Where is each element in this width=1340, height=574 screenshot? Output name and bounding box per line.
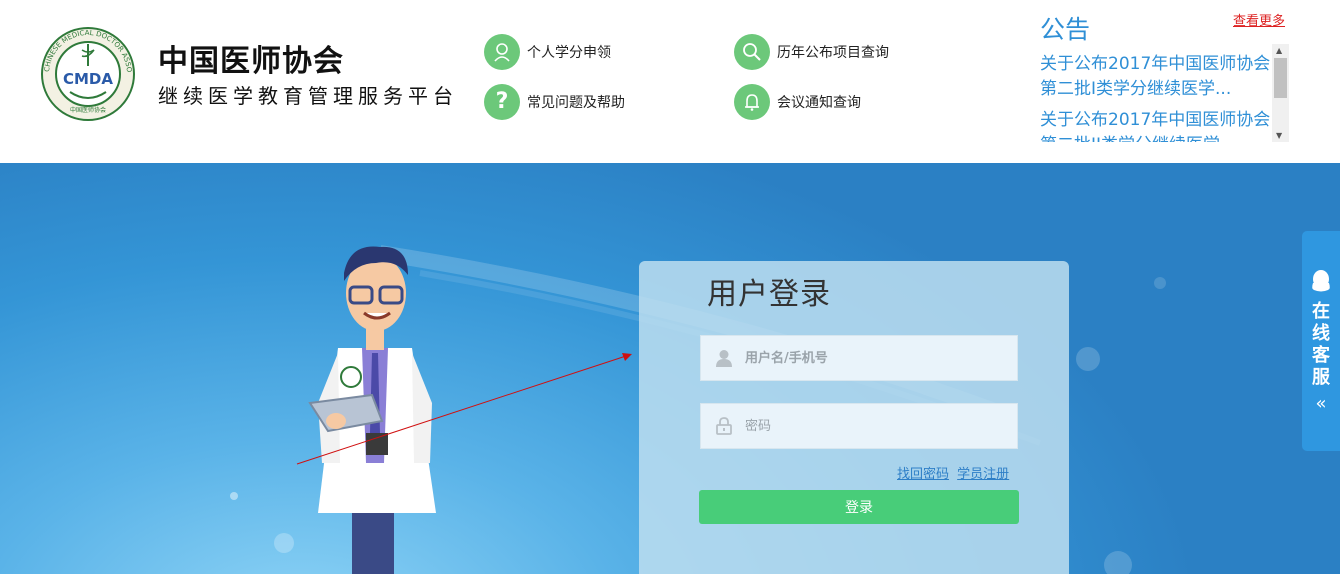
online-service-label: 在线客服 [1312,301,1330,388]
login-button[interactable]: 登录 [699,490,1019,524]
password-field-box[interactable] [700,403,1018,449]
chevron-left-icon: « [1315,393,1327,414]
bell-icon [734,84,770,120]
username-field-box[interactable] [700,335,1018,381]
qq-icon [1310,269,1332,297]
register-link[interactable]: 学员注册 [957,467,1009,482]
quick-link-project-search[interactable]: 历年公布项目查询 [734,34,889,70]
hero-banner: 用户登录 找回密码 学员注册 登录 在线客服 « [0,163,1340,574]
quick-link-label: 会议通知查询 [777,95,861,111]
quick-link-meeting-notice[interactable]: 会议通知查询 [734,84,861,120]
cmda-logo: CHINESE MEDICAL DOCTOR ASSOCIATION CMDA … [37,20,136,122]
lock-icon [713,417,735,435]
notice-item[interactable]: 关于公布2017年中国医师协会第二批I类学分继续医学... [1040,52,1272,102]
doctor-icon [484,34,520,70]
user-icon [713,349,735,367]
notice-more-link[interactable]: 查看更多 [1233,10,1285,29]
quick-link-credit-claim[interactable]: 个人学分申领 [484,34,611,70]
notice-item[interactable]: 关于公布2017年中国医师协会第二批II类学分继续医学... [1040,108,1272,142]
scroll-down-icon[interactable]: ▼ [1276,131,1282,140]
site-title: 中国医师协会 [158,44,344,79]
notice-scrollbar[interactable]: ▲ ▼ [1272,44,1289,142]
search-icon [734,34,770,70]
scroll-up-icon[interactable]: ▲ [1276,46,1282,55]
logo-text: CMDA [63,70,113,88]
logo-bottom-text: 中国医师协会 [70,106,106,114]
login-links: 找回密码 学员注册 [897,463,1013,482]
header: CHINESE MEDICAL DOCTOR ASSOCIATION CMDA … [0,0,1340,163]
login-title: 用户登录 [707,277,831,312]
forgot-password-link[interactable]: 找回密码 [897,467,949,482]
password-input[interactable] [743,417,997,435]
scroll-thumb[interactable] [1274,58,1287,98]
doctor-illustration [308,246,436,574]
online-service-tab[interactable]: 在线客服 « [1302,231,1340,451]
notice-title: 公告 [1040,15,1091,44]
quick-link-label: 历年公布项目查询 [777,45,889,61]
site-subtitle: 继续医学教育管理服务平台 [158,84,458,108]
quick-link-label: 常见问题及帮助 [527,95,625,111]
login-panel: 用户登录 找回密码 学员注册 登录 [639,261,1069,574]
question-icon: ? [484,84,520,120]
username-input[interactable] [743,349,997,367]
quick-link-label: 个人学分申领 [527,45,611,61]
quick-link-faq[interactable]: ? 常见问题及帮助 [484,84,625,120]
notice-list: 关于公布2017年中国医师协会第二批I类学分继续医学... 关于公布2017年中… [1040,52,1272,142]
